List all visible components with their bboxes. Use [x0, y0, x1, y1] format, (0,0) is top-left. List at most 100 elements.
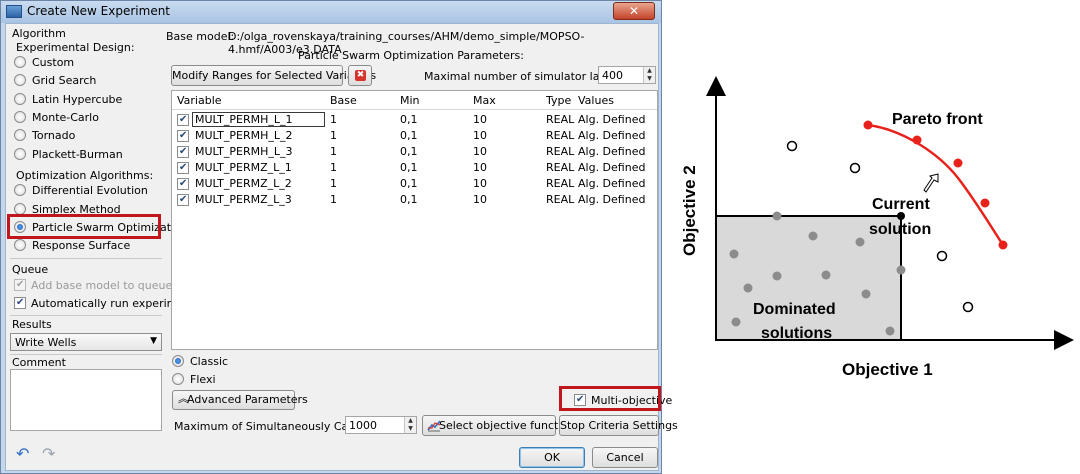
cell-max: 10 [473, 193, 487, 206]
window-title: Create New Experiment [27, 4, 171, 18]
cell-min: 0,1 [400, 193, 418, 206]
column-header-max[interactable]: Max [473, 94, 496, 107]
dialog-client: Algorithm Experimental Design: Custom Gr… [5, 23, 678, 471]
table-row[interactable]: MULT_PERMZ_L_1 1 0,1 10 REAL Alg. Define… [172, 160, 657, 176]
dominated-point [731, 317, 741, 327]
pareto-front-label: Pareto front [892, 111, 983, 128]
column-header-min[interactable]: Min [400, 94, 420, 107]
column-header-variable[interactable]: Variable [177, 94, 222, 107]
cell-values: Alg. Defined [578, 129, 646, 142]
undo-icon[interactable]: ↶ [16, 444, 29, 463]
comment-textarea[interactable] [10, 369, 162, 431]
particle-swarm-highlight [7, 214, 161, 239]
open-point [849, 162, 861, 174]
pareto-point [998, 240, 1008, 250]
row-checkbox[interactable] [177, 114, 189, 126]
chart-icon [427, 420, 441, 432]
row-checkbox[interactable] [177, 146, 189, 158]
radio-plackett-burman[interactable]: Plackett-Burman [14, 146, 123, 162]
add-base-model-checkbox[interactable]: Add base model to queue [14, 277, 172, 293]
cell-type: REAL [546, 161, 575, 174]
radio-custom[interactable]: Custom [14, 54, 74, 70]
auto-run-checkbox[interactable]: Automatically run experiment [14, 295, 195, 311]
pareto-point [912, 135, 922, 145]
select-objective-label: Select objective function [439, 419, 576, 432]
queue-group-label: Queue [12, 263, 49, 276]
open-point [962, 301, 974, 313]
dominated-point [861, 289, 871, 299]
cell-type: REAL [546, 113, 575, 126]
spinner-icon[interactable]: ▲ ▼ [643, 67, 655, 83]
radio-icon [14, 129, 26, 141]
select-objective-function-button[interactable]: Select objective function [422, 415, 575, 436]
column-header-type[interactable]: Type [546, 94, 571, 107]
cell-values: Alg. Defined [578, 161, 646, 174]
results-selected-value: Write Wells [15, 336, 77, 349]
double-chevron-up-icon: ︽ [178, 392, 189, 405]
cell-min: 0,1 [400, 129, 418, 142]
table-row[interactable]: MULT_PERMH_L_3 1 0,1 10 REAL Alg. Define… [172, 144, 657, 160]
delete-button[interactable]: ✖ [348, 65, 372, 86]
cell-min: 0,1 [400, 177, 418, 190]
cell-max: 10 [473, 113, 487, 126]
cancel-button[interactable]: Cancel [592, 447, 658, 468]
radio-monte-carlo[interactable]: Monte-Carlo [14, 109, 99, 125]
redo-icon[interactable]: ↷ [42, 444, 55, 463]
radio-icon [172, 373, 184, 385]
dominated-point [743, 283, 753, 293]
max-simultaneous-input[interactable]: 1000 ▲ ▼ [345, 416, 417, 434]
modify-ranges-button[interactable]: Modify Ranges for Selected Variables [171, 65, 376, 86]
cell-base: 1 [330, 113, 337, 126]
spinner-icon[interactable]: ▲ ▼ [404, 417, 416, 433]
cell-min: 0,1 [400, 113, 418, 126]
radio-differential-evolution[interactable]: Differential Evolution [14, 182, 148, 198]
table-row[interactable]: MULT_PERMZ_L_3 1 0,1 10 REAL Alg. Define… [172, 192, 657, 208]
pareto-point [980, 198, 990, 208]
cell-type: REAL [546, 145, 575, 158]
cell-base: 1 [330, 161, 337, 174]
results-dropdown[interactable]: Write Wells ▼ [10, 333, 162, 351]
radio-icon [14, 184, 26, 196]
row-checkbox[interactable] [177, 130, 189, 142]
row-checkbox[interactable] [177, 178, 189, 190]
table-row[interactable]: MULT_PERMH_L_1 1 0,1 10 REAL Alg. Define… [172, 112, 657, 128]
cell-max: 10 [473, 161, 487, 174]
table-row[interactable]: MULT_PERMH_L_2 1 0,1 10 REAL Alg. Define… [172, 128, 657, 144]
cell-max: 10 [473, 129, 487, 142]
dominated-point [729, 249, 739, 259]
dominated-point [885, 326, 895, 336]
radio-grid-search[interactable]: Grid Search [14, 72, 96, 88]
table-row[interactable]: MULT_PERMZ_L_2 1 0,1 10 REAL Alg. Define… [172, 176, 657, 192]
max-launches-input[interactable]: 400 ▲ ▼ [598, 66, 656, 84]
radio-tornado[interactable]: Tornado [14, 127, 75, 143]
cell-values: Alg. Defined [578, 145, 646, 158]
cell-type: REAL [546, 129, 575, 142]
dominated-point [821, 270, 831, 280]
radio-selected-icon [172, 355, 184, 367]
row-checkbox[interactable] [177, 162, 189, 174]
radio-latin-hypercube[interactable]: Latin Hypercube [14, 91, 122, 107]
column-header-base[interactable]: Base [330, 94, 357, 107]
radio-classic[interactable]: Classic [172, 353, 228, 369]
current-solution-label: solution [869, 221, 931, 238]
ok-button[interactable]: OK [519, 447, 585, 468]
cell-type: REAL [546, 177, 575, 190]
multi-objective-highlight [559, 386, 661, 411]
delete-icon: ✖ [355, 70, 366, 81]
chevron-down-icon: ▼ [150, 336, 157, 346]
column-header-values[interactable]: Values [578, 94, 614, 107]
row-checkbox[interactable] [177, 194, 189, 206]
stop-criteria-settings-button[interactable]: Stop Criteria Settings [559, 415, 678, 436]
advanced-parameters-button[interactable]: ︽ Advanced Parameters [172, 390, 308, 410]
max-simultaneous-value: 1000 [349, 419, 377, 432]
radio-icon [14, 93, 26, 105]
radio-icon [14, 56, 26, 68]
separator [10, 258, 162, 259]
radio-flexi[interactable]: Flexi [172, 371, 216, 387]
radio-icon [14, 74, 26, 86]
close-button[interactable]: ✕ [613, 2, 655, 20]
cell-base: 1 [330, 129, 337, 142]
radio-response-surface[interactable]: Response Surface [14, 237, 130, 253]
y-axis-label: Objective 2 [680, 165, 699, 256]
open-point [786, 140, 798, 152]
